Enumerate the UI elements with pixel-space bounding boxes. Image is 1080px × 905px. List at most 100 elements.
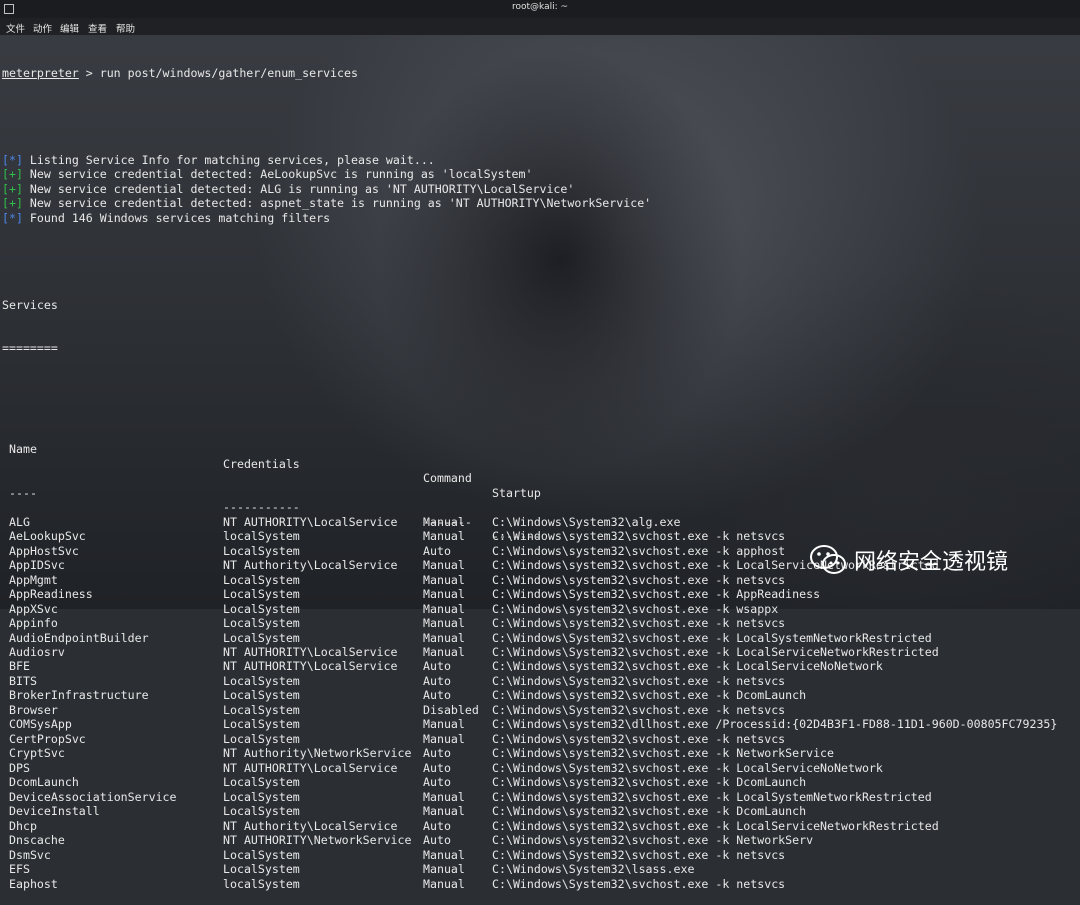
underline-name: ---- <box>9 485 37 500</box>
service-credentials: LocalSystem <box>223 616 300 631</box>
service-path: C:\Windows\system32\svchost.exe -k DcomL… <box>492 804 807 819</box>
service-name: AppHostSvc <box>9 543 79 558</box>
service-name: EFS <box>9 862 30 877</box>
service-name: DPS <box>9 760 30 775</box>
message-line: [+] New service credential detected: AeL… <box>2 167 1078 181</box>
service-credentials: localSystem <box>223 529 300 544</box>
table-row: Audiosrv NT AUTHORITY\LocalService Manual C… <box>2 645 1078 659</box>
service-name: Appinfo <box>9 616 58 631</box>
section-title: Services <box>2 297 58 312</box>
message-line: [*] Listing Service Info for matching se… <box>2 153 1078 167</box>
service-name: AppMgmt <box>9 572 58 587</box>
table-row: DeviceAssociationService LocalSystem Manua… <box>2 790 1078 804</box>
service-name: CertPropSvc <box>9 731 86 746</box>
table-row: AppReadiness LocalSystem Manual C:\Windows\… <box>2 587 1078 601</box>
message-list: [*] Listing Service Info for matching se… <box>2 153 1078 225</box>
window-titlebar[interactable]: root@kali: ~ <box>0 0 1080 18</box>
menu-bar: 文件 动作 编辑 查看 帮助 <box>0 18 1080 35</box>
service-start-mode: Manual <box>423 862 465 877</box>
service-credentials: LocalSystem <box>223 789 300 804</box>
service-path: C:\Windows\System32\svchost.exe -k Local… <box>492 760 883 775</box>
table-row: Dhcp NT Authority\LocalService Auto C:\Wind… <box>2 819 1078 833</box>
service-name: AeLookupSvc <box>9 529 86 544</box>
menu-actions[interactable]: 动作 <box>33 21 52 35</box>
table-row: COMSysApp LocalSystem Manual C:\Windows\sys… <box>2 717 1078 731</box>
service-path: C:\Windows\system32\svchost.exe -k DcomL… <box>492 775 807 790</box>
table-row: BITS LocalSystem Auto C:\Windows\System32\s… <box>2 674 1078 688</box>
service-name: CryptSvc <box>9 746 65 761</box>
terminal-output[interactable]: meterpreter > run post/windows/gather/en… <box>2 37 1078 905</box>
table-row: Dnscache NT AUTHORITY\NetworkService Auto C… <box>2 833 1078 847</box>
table-row: EFS LocalSystem Manual C:\Windows\System32\… <box>2 862 1078 876</box>
service-start-mode: Manual <box>423 616 465 631</box>
command-text: > run post/windows/gather/enum_services <box>78 65 358 80</box>
service-credentials: LocalSystem <box>223 572 300 587</box>
service-name: BrokerInfrastructure <box>9 688 149 703</box>
service-start-mode: Disabled <box>423 702 479 717</box>
service-name: DsmSvc <box>9 847 51 862</box>
service-path: C:\Windows\system32\svchost.exe -k netsv… <box>492 616 786 631</box>
service-start-mode: Auto <box>423 659 451 674</box>
service-path: C:\Windows\System32\svchost.exe -k netsv… <box>492 847 786 862</box>
service-path: C:\Windows\System32\alg.exe <box>492 514 681 529</box>
table-row: Browser LocalSystem Disabled C:\Windows\Sys… <box>2 703 1078 717</box>
service-start-mode: Manual <box>423 529 465 544</box>
service-path: C:\Windows\system32\svchost.exe -k netsv… <box>492 731 786 746</box>
service-path: C:\Windows\system32\svchost.exe -k DcomL… <box>492 688 807 703</box>
prompt-name: meterpreter <box>2 65 79 80</box>
service-start-mode: Manual <box>423 645 465 659</box>
service-credentials: localSystem <box>223 876 300 891</box>
service-credentials: LocalSystem <box>223 702 300 717</box>
table-header: Name Credentials Command Startup <box>2 428 1078 499</box>
service-credentials: LocalSystem <box>223 673 300 688</box>
service-credentials: LocalSystem <box>223 731 300 746</box>
service-name: Dhcp <box>9 818 37 833</box>
service-credentials: NT Authority\NetworkService <box>223 746 412 761</box>
service-credentials: LocalSystem <box>223 862 300 877</box>
service-credentials: NT AUTHORITY\LocalService <box>223 645 398 659</box>
message-line: [+] New service credential detected: asp… <box>2 196 1078 210</box>
service-start-mode: Manual <box>423 847 465 862</box>
service-path: C:\Windows\System32\svchost.exe -k netsv… <box>492 673 786 688</box>
service-path: C:\Windows\system32\svchost.exe -k Netwo… <box>492 833 814 848</box>
service-path: C:\Windows\System32\svchost.exe -k AppRe… <box>492 587 821 602</box>
service-start-mode: Auto <box>423 673 451 688</box>
service-start-mode: Manual <box>423 558 465 573</box>
success-tag: [+] <box>2 181 23 196</box>
service-name: Eaphost <box>9 876 58 891</box>
service-credentials: NT AUTHORITY\LocalService <box>223 659 398 674</box>
service-start-mode: Manual <box>423 789 465 804</box>
service-path: C:\Windows\System32\svchost.exe -k Local… <box>492 630 932 645</box>
service-credentials: NT AUTHORITY\LocalService <box>223 760 398 775</box>
menu-view[interactable]: 查看 <box>88 21 107 35</box>
menu-edit[interactable]: 编辑 <box>60 21 79 35</box>
service-credentials: LocalSystem <box>223 847 300 862</box>
service-start-mode: Auto <box>423 833 451 848</box>
service-path: C:\Windows\System32\svchost.exe -k netsv… <box>492 876 786 891</box>
service-path: C:\Windows\system32\svchost.exe -k Local… <box>492 789 932 804</box>
service-credentials: LocalSystem <box>223 804 300 819</box>
menu-help[interactable]: 帮助 <box>116 21 135 35</box>
service-name: ALG <box>9 514 30 529</box>
service-start-mode: Manual <box>423 876 465 891</box>
service-start-mode: Manual <box>423 717 465 732</box>
service-start-mode: Manual <box>423 514 465 529</box>
service-path: C:\Windows\System32\svchost.exe -k netsv… <box>492 702 786 717</box>
menu-file[interactable]: 文件 <box>6 21 25 35</box>
message-line: [+] New service credential detected: ALG… <box>2 182 1078 196</box>
success-tag: [+] <box>2 167 23 182</box>
window-title: root@kali: ~ <box>511 2 569 12</box>
service-start-mode: Manual <box>423 731 465 746</box>
message-text: Listing Service Info for matching servic… <box>22 152 435 167</box>
service-credentials: LocalSystem <box>223 630 300 645</box>
service-name: Audiosrv <box>9 645 65 659</box>
table-row: Appinfo LocalSystem Manual C:\Windows\syste… <box>2 616 1078 630</box>
service-start-mode: Auto <box>423 760 451 775</box>
success-tag: [+] <box>2 196 23 211</box>
service-start-mode: Auto <box>423 688 451 703</box>
service-path: C:\Windows\system32\svchost.exe -k Local… <box>492 659 883 674</box>
service-name: Browser <box>9 702 58 717</box>
service-name: Dnscache <box>9 833 65 848</box>
